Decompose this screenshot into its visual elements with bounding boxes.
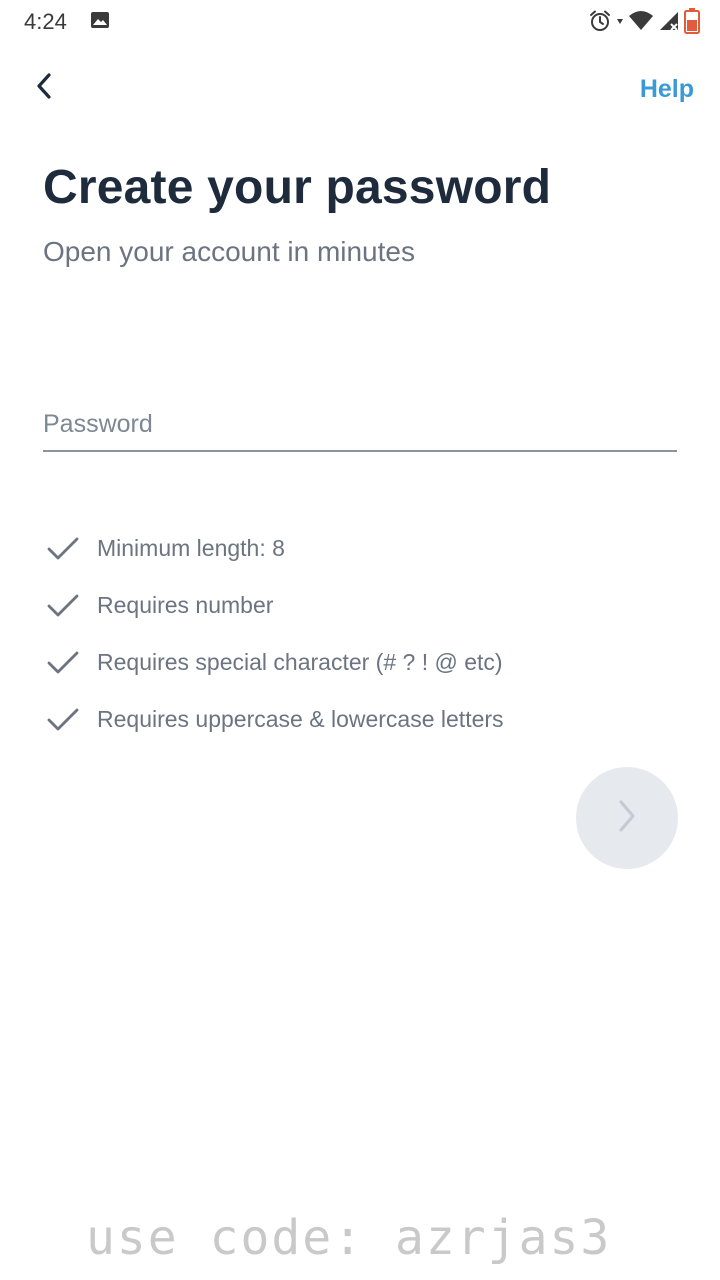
chevron-left-icon [34,72,54,105]
check-icon [47,537,79,559]
next-button[interactable] [576,767,678,869]
requirement-item: Requires number [46,577,686,634]
requirement-item: Minimum length: 8 [46,520,686,577]
status-time: 4:24 [24,9,67,34]
watermark-text: use code: azrjas3 [86,1210,612,1266]
alarm-icon [588,9,612,33]
requirement-label: Minimum length: 8 [97,535,285,561]
status-bar: 4:24 [0,0,720,42]
wifi-icon [628,10,654,32]
signal-icon [658,10,680,32]
requirement-item: Requires special character (# ? ! @ etc) [46,634,686,691]
data-arrow-icon [616,9,624,33]
requirement-item: Requires uppercase & lowercase letters [46,691,686,748]
status-icons [588,8,700,34]
battery-icon [684,8,700,34]
requirement-label: Requires number [97,592,274,618]
check-icon [47,594,79,616]
password-input[interactable] [43,398,677,452]
back-button[interactable] [24,68,64,108]
page-title: Create your password [43,161,552,214]
help-link[interactable]: Help [640,75,694,104]
requirement-label: Requires uppercase & lowercase letters [97,706,504,732]
page-subtitle: Open your account in minutes [43,236,415,267]
requirement-label: Requires special character (# ? ! @ etc) [97,649,503,675]
photo-icon [90,11,110,29]
check-icon [47,708,79,730]
check-icon [47,651,79,673]
chevron-right-icon [616,798,638,839]
password-requirements-list: Minimum length: 8 Requires number Requir… [46,520,686,748]
create-password-screen: 4:24 Help Create your password Open your… [0,0,720,1280]
